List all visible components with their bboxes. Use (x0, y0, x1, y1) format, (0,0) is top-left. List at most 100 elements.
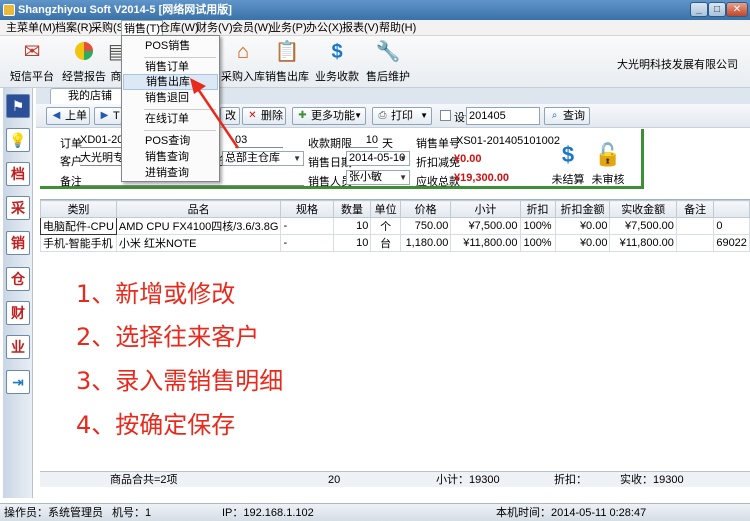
cell-discount[interactable]: 100% (519, 234, 556, 252)
cell-name[interactable]: 小米 红米NOTE (115, 234, 282, 252)
search-input[interactable] (466, 107, 540, 125)
customer-field[interactable]: 大光明专业 (80, 151, 126, 166)
exit-icon[interactable]: ⇥ (6, 370, 30, 394)
cell-spec[interactable]: - (280, 217, 334, 235)
salesman-select[interactable]: 张小敏 ▼ (346, 170, 410, 185)
flag-icon[interactable]: ⚑ (6, 94, 30, 118)
cell-category[interactable]: 电脑配件-CPU (40, 217, 117, 235)
unsettled-button[interactable]: $ 未结算 (548, 141, 588, 191)
table-row[interactable]: 手机-智能手机 小米 红米NOTE - 10 台 1,180.00 ¥11,80… (40, 234, 750, 252)
cell-remark[interactable] (675, 234, 715, 252)
warehouse-value: 总部主仓库 (225, 152, 280, 164)
after-sales-button[interactable]: 🔧 售后维护 (359, 38, 417, 86)
design-checkbox[interactable] (440, 110, 451, 121)
col-paid[interactable]: 实收金额 (609, 200, 677, 218)
query-button[interactable]: ⌕ 查询 (544, 107, 590, 125)
business-report-button[interactable]: 经营报告 (55, 38, 113, 86)
col-category[interactable]: 类别 (40, 200, 117, 218)
cell-category[interactable]: 手机-智能手机 (40, 234, 117, 252)
cell-unit[interactable]: 台 (370, 234, 401, 252)
cell-subtotal[interactable]: ¥11,800.00 (450, 234, 521, 252)
menu-main[interactable]: 主菜单(M) (4, 20, 58, 36)
col-remark[interactable]: 备注 (675, 200, 715, 218)
red-pointer-arrow-icon (190, 78, 240, 149)
menu-item-sales-order[interactable]: 销售订单 (123, 59, 218, 75)
customer-label: 客户 (60, 156, 82, 168)
status-machine: 机号：1 (112, 507, 152, 519)
menu-finance[interactable]: 财务(V) (194, 20, 235, 36)
cell-discount-amount[interactable]: ¥0.00 (554, 234, 611, 252)
annotation-step-4: 4、按确定保存 (76, 411, 236, 439)
lightbulb-icon[interactable]: 💡 (6, 128, 30, 152)
col-price[interactable]: 价格 (399, 200, 452, 218)
more-functions-button[interactable]: ✚ 更多功能 ▼ (292, 107, 366, 125)
sales-no-label: 销售单号 (416, 138, 460, 150)
purchase-icon[interactable]: 采 (6, 196, 30, 220)
discount-value: ¥0.00 (454, 153, 482, 165)
cell-extra[interactable]: 69022 (713, 234, 750, 252)
cell-qty[interactable]: 10 (332, 234, 372, 252)
col-unit[interactable]: 单位 (370, 200, 401, 218)
col-extra[interactable] (713, 200, 750, 218)
col-spec[interactable]: 规格 (280, 200, 334, 218)
cell-name[interactable]: AMD CPU FX4100四核/3.6/3.8G (115, 217, 282, 235)
summary-discount: 折扣： (554, 474, 587, 486)
warehouse-select[interactable]: 总部主仓库 ▼ (222, 151, 304, 166)
chevron-down-icon: ▼ (420, 111, 428, 120)
col-name[interactable]: 品名 (115, 200, 282, 218)
next-record-button[interactable]: ▶ T (94, 107, 122, 125)
prev-record-button[interactable]: ◀ 上单 (46, 107, 90, 125)
archive-icon[interactable]: 档 (6, 162, 30, 186)
cell-paid[interactable]: ¥11,800.00 (609, 234, 677, 252)
cell-unit[interactable]: 个 (370, 217, 401, 235)
finance-icon[interactable]: 财 (6, 301, 30, 325)
business-payment-button[interactable]: $ 业务收款 (308, 38, 366, 86)
table-row[interactable]: 电脑配件-CPU AMD CPU FX4100四核/3.6/3.8G - 10 … (40, 217, 750, 235)
menu-item-pos-sales[interactable]: POS销售 (123, 38, 218, 54)
cell-discount[interactable]: 100% (519, 217, 556, 235)
tab-my-store[interactable]: 我的店铺 (50, 88, 130, 104)
annotation-step-2: 2、选择往来客户 (76, 323, 260, 351)
order-field-tail[interactable]: 03 (235, 133, 283, 148)
print-button[interactable]: ⎙ 打印 ▼ (372, 107, 432, 125)
cell-discount-amount[interactable]: ¥0.00 (554, 217, 611, 235)
receivable-value: ¥19,300.00 (454, 172, 510, 184)
term-field[interactable]: 10 (348, 133, 378, 148)
cell-price[interactable]: 1,180.00 (399, 234, 452, 252)
menu-help[interactable]: 帮助(H) (377, 20, 418, 36)
cell-price[interactable]: 750.00 (399, 217, 452, 235)
warehouse-icon[interactable]: 仓 (6, 267, 30, 291)
next-label: T (113, 110, 120, 122)
menu-item-inout-query[interactable]: 进销查询 (123, 165, 218, 181)
status-operator: 操作员：系统管理员 (4, 507, 103, 519)
grid-summary-bar: 商品合共=2项 20 小计：19300 折扣： 实收：19300 (40, 471, 750, 487)
col-qty[interactable]: 数量 (332, 200, 372, 218)
query-label: 查询 (563, 110, 585, 122)
cell-paid[interactable]: ¥7,500.00 (609, 217, 677, 235)
sms-platform-button[interactable]: ✉ 短信平台 (3, 38, 61, 86)
menu-report[interactable]: 报表(V) (340, 20, 381, 36)
order-field[interactable]: XD01-201 (80, 133, 126, 148)
summary-qty: 20 (328, 474, 341, 486)
minimize-button[interactable]: _ (690, 2, 708, 17)
close-button[interactable]: ✕ (726, 2, 748, 17)
col-discount[interactable]: 折扣 (519, 200, 556, 218)
maximize-button[interactable]: □ (708, 2, 726, 17)
cell-extra[interactable]: 0 (713, 217, 750, 235)
unaudited-button[interactable]: 🔓 未审核 (588, 141, 628, 191)
cell-qty[interactable]: 10 (332, 217, 372, 235)
col-subtotal[interactable]: 小计 (450, 200, 521, 218)
date-picker[interactable]: 2014-05-10 ▼ (346, 151, 410, 166)
menu-office[interactable]: 办公(X) (304, 20, 345, 36)
cell-spec[interactable]: - (280, 234, 334, 252)
sales-icon[interactable]: 销 (6, 231, 30, 255)
col-discount-amount[interactable]: 折扣金额 (554, 200, 611, 218)
cell-subtotal[interactable]: ¥7,500.00 (450, 217, 521, 235)
toolbar-label: 业务收款 (315, 71, 359, 83)
date-value: 2014-05-10 (349, 152, 406, 164)
menu-business[interactable]: 业务(P) (268, 20, 309, 36)
delete-button[interactable]: ✕ 删除 (242, 107, 286, 125)
cell-remark[interactable] (675, 217, 715, 235)
business-icon[interactable]: 业 (6, 335, 30, 359)
remark-label: 备注 (60, 176, 82, 188)
